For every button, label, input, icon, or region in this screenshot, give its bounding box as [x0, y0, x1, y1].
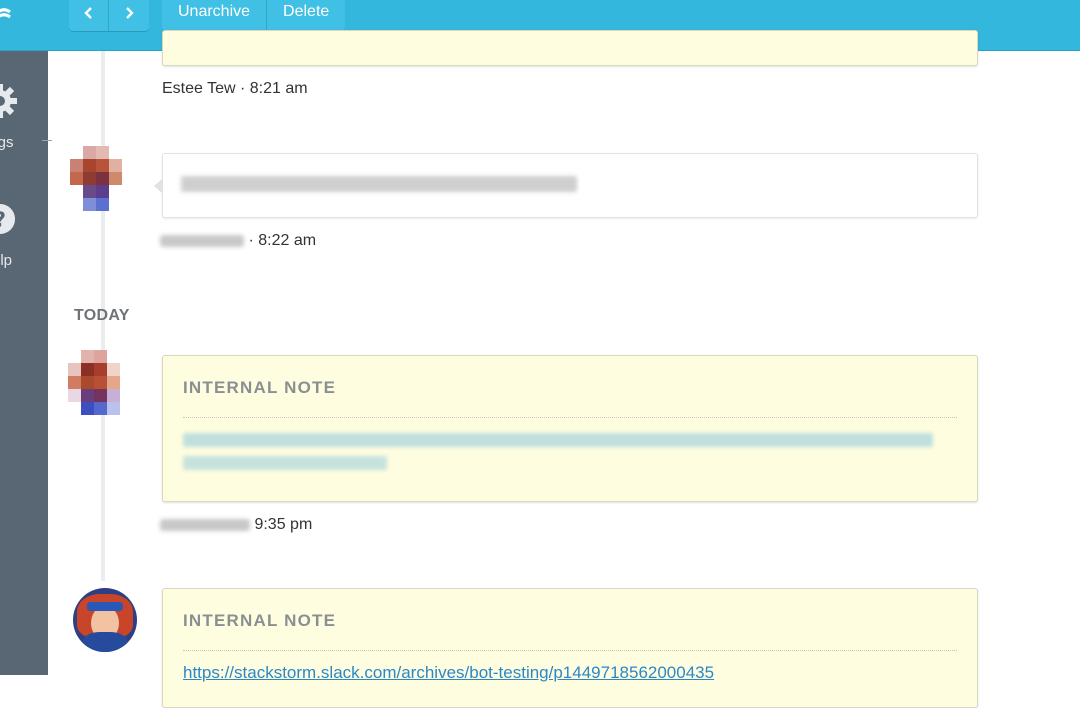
chevron-right-icon	[123, 4, 135, 28]
note-separator	[183, 650, 957, 651]
next-conversation-button[interactable]	[109, 0, 149, 31]
delete-button[interactable]: Delete	[267, 0, 345, 31]
sidebar-item-settings-label: ings	[0, 134, 14, 151]
avatar	[70, 146, 134, 218]
redacted-author	[160, 234, 244, 247]
redacted-note-text	[183, 433, 933, 447]
gear-icon	[0, 83, 18, 123]
redacted-message-text	[181, 176, 577, 192]
message-card	[162, 153, 978, 218]
navigation-button-group	[69, 0, 149, 31]
previous-conversation-button[interactable]	[69, 0, 109, 31]
sidebar-divider	[42, 140, 52, 141]
sidebar: ings ? elp	[0, 51, 52, 675]
note-title: INTERNAL NOTE	[183, 378, 337, 397]
message-meta: · 8:22 am	[160, 232, 316, 250]
chevron-left-icon	[83, 4, 95, 28]
previous-note-card	[162, 30, 978, 66]
internal-note-card: INTERNAL NOTE https://stackstorm.slack.c…	[162, 588, 978, 708]
note-link[interactable]: https://stackstorm.slack.com/archives/bo…	[183, 663, 714, 683]
note-title: INTERNAL NOTE	[183, 611, 337, 630]
action-button-group: Unarchive Delete	[162, 0, 346, 31]
redacted-author	[160, 518, 250, 531]
avatar	[73, 588, 137, 652]
note-separator	[183, 417, 957, 418]
question-circle-icon: ?	[0, 203, 16, 239]
redacted-note-text	[183, 456, 387, 470]
avatar	[68, 350, 132, 422]
sidebar-item-help-label: elp	[0, 252, 13, 269]
svg-text:?: ?	[0, 208, 6, 232]
message-meta: 9:35 pm	[160, 516, 312, 534]
message-meta: Estee Tew · 8:21 am	[162, 80, 308, 97]
app-logo-icon	[0, 2, 12, 22]
internal-note-card: INTERNAL NOTE	[162, 355, 978, 502]
unarchive-button[interactable]: Unarchive	[162, 0, 268, 31]
message-pointer	[154, 178, 163, 194]
day-divider: TODAY	[74, 307, 130, 324]
